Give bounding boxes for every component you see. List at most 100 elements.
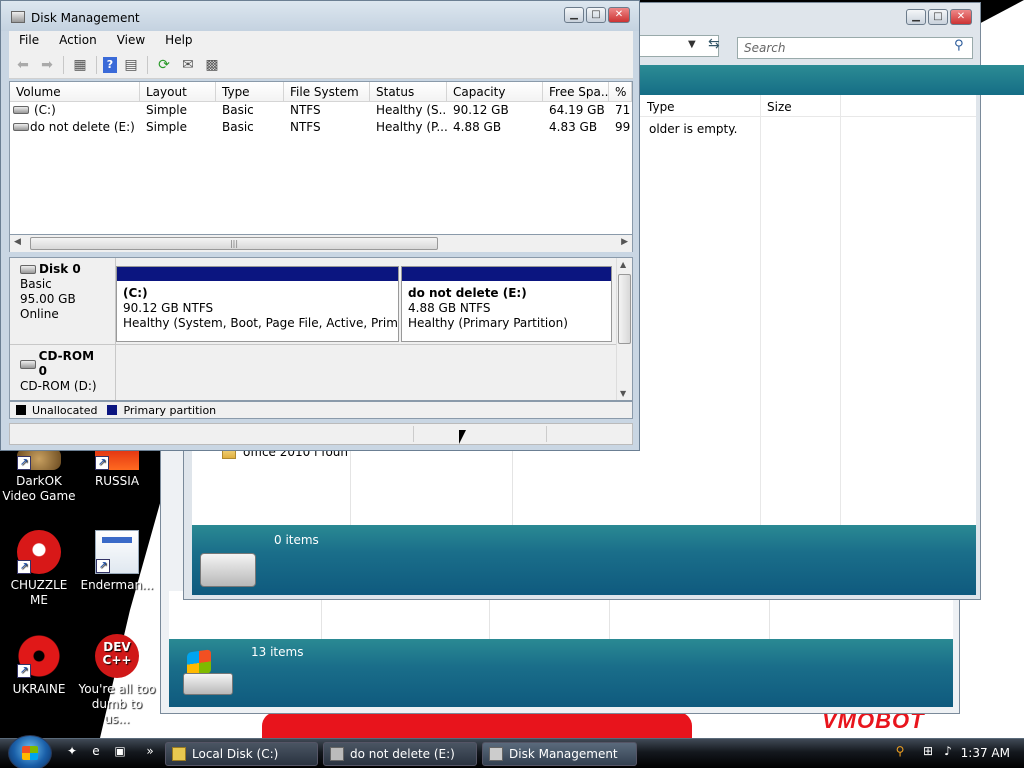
- partition-label: (C:): [123, 286, 148, 300]
- back-arrow-icon[interactable]: ⬅: [13, 55, 33, 75]
- vertical-scrollbar[interactable]: ▲ ▼: [616, 258, 632, 400]
- disk-0-info[interactable]: Disk 0 Basic 95.00 GB Online: [10, 258, 116, 344]
- desktop-icon-label: RUSSIA: [94, 474, 140, 488]
- volume-file-system: NTFS: [290, 120, 321, 134]
- show-desktop-icon[interactable]: ▣: [112, 744, 128, 760]
- scroll-down-icon[interactable]: ▼: [620, 389, 626, 398]
- scroll-up-icon[interactable]: ▲: [620, 260, 626, 269]
- desktop-icon-label: You're all too dumb to us...: [78, 682, 156, 726]
- wallpaper-red-shape: [262, 712, 692, 738]
- menu-action[interactable]: Action: [49, 31, 107, 51]
- desktop-icon-label: Enderman...: [80, 578, 154, 592]
- console-tree-icon[interactable]: ▦: [70, 55, 90, 75]
- column-header-type[interactable]: Type: [647, 100, 675, 114]
- legend: Unallocated Primary partition: [9, 401, 633, 419]
- column-header-size[interactable]: Size: [767, 100, 792, 114]
- cdrom-0-info[interactable]: CD-ROM 0 CD-ROM (D:): [10, 345, 116, 400]
- desktop-icon-chuzzle[interactable]: ↗ CHUZZLE ME: [0, 530, 78, 608]
- disk-management-window[interactable]: Disk Management ▁ □ ✕ File Action View H…: [0, 0, 640, 451]
- forward-arrow-icon[interactable]: ➡: [37, 55, 57, 75]
- maximize-button[interactable]: □: [928, 9, 948, 25]
- chuzzle-icon: ↗: [17, 530, 61, 574]
- toolbar-separator: [96, 55, 97, 74]
- refresh-icon[interactable]: ⇆: [708, 36, 720, 52]
- window-controls: ▁ □ ✕: [906, 9, 972, 25]
- volume-layout: Simple: [146, 120, 187, 134]
- shortcut-arrow-icon: ↗: [17, 456, 31, 470]
- refresh-icon[interactable]: ⟳: [154, 55, 174, 75]
- ie-icon[interactable]: e: [88, 744, 104, 760]
- desktop: VMOBOT ↗ DarkOK Video Game ↗ RUSSIA ↗ CH…: [0, 0, 1024, 738]
- disk-management-icon: [489, 747, 503, 761]
- menu-help[interactable]: Help: [155, 31, 202, 51]
- minimize-button[interactable]: ▁: [906, 9, 926, 25]
- horizontal-scrollbar[interactable]: ◀ ||| ▶: [9, 235, 633, 252]
- start-button[interactable]: [8, 735, 52, 768]
- shortcut-arrow-icon: ↗: [17, 560, 31, 574]
- menu-view[interactable]: View: [107, 31, 155, 51]
- column-header-percent-free[interactable]: % F: [609, 82, 632, 102]
- scroll-right-icon[interactable]: ▶: [621, 237, 628, 247]
- column-header-volume[interactable]: Volume: [10, 82, 140, 102]
- column-header-free-space[interactable]: Free Spa...: [543, 82, 609, 102]
- volume-status: Healthy (S...: [376, 103, 447, 117]
- partition-e[interactable]: do not delete (E:) 4.88 GB NTFS Healthy …: [401, 266, 612, 342]
- game-icon: ↗: [17, 448, 61, 470]
- cdrom-detail: CD-ROM (D:): [20, 379, 97, 393]
- desktop-icon-label: DarkOK Video Game: [2, 474, 76, 503]
- task-label: do not delete (E:): [350, 747, 455, 761]
- task-disk-management[interactable]: Disk Management: [482, 742, 637, 766]
- help-icon[interactable]: ?: [103, 56, 117, 73]
- task-do-not-delete[interactable]: do not delete (E:): [323, 742, 477, 766]
- scrollbar-thumb[interactable]: [618, 274, 631, 344]
- quicklaunch-more-icon[interactable]: »: [142, 744, 158, 760]
- network-icon[interactable]: ⊞: [920, 744, 936, 760]
- volume-percent-free: 99: [615, 120, 631, 134]
- partition-c[interactable]: (C:) 90.12 GB NTFS Healthy (System, Boot…: [116, 266, 399, 342]
- search-icon[interactable]: ⚲: [954, 38, 964, 53]
- disk-state: Online: [20, 307, 59, 321]
- properties-icon[interactable]: ▤: [121, 55, 141, 75]
- volume-list[interactable]: Volume Layout Type File System Status Ca…: [9, 81, 633, 235]
- desktop-icon-darkok[interactable]: ↗ DarkOK Video Game: [0, 448, 78, 504]
- column-header-type[interactable]: Type: [216, 82, 284, 102]
- flag-icon: ↗: [95, 448, 139, 470]
- title-bar[interactable]: Disk Management ▁ □ ✕: [1, 1, 639, 31]
- desktop-icon-devcpp[interactable]: DEV C++ You're all too dumb to us...: [78, 634, 156, 727]
- search-input[interactable]: Search: [737, 37, 973, 59]
- scroll-left-icon[interactable]: ◀: [14, 237, 21, 247]
- close-button[interactable]: ✕: [608, 7, 630, 23]
- menu-bar: File Action View Help: [9, 31, 633, 51]
- menu-file[interactable]: File: [9, 31, 49, 51]
- volume-icon[interactable]: ♪: [940, 744, 956, 760]
- item-count: 13 items: [251, 645, 304, 659]
- scrollbar-thumb[interactable]: |||: [30, 237, 438, 250]
- quicklaunch-icon[interactable]: ✦: [64, 744, 80, 760]
- column-header-status[interactable]: Status: [370, 82, 447, 102]
- disk-name: Disk 0: [39, 262, 81, 276]
- item-count: 0 items: [274, 533, 319, 547]
- column-header-layout[interactable]: Layout: [140, 82, 216, 102]
- column-header-file-system[interactable]: File System: [284, 82, 370, 102]
- desktop-icon-ukraine[interactable]: ↗ UKRAINE: [0, 634, 78, 697]
- maximize-button[interactable]: □: [586, 7, 606, 23]
- disk-graphical-view[interactable]: Disk 0 Basic 95.00 GB Online (C:) 90.12 …: [9, 257, 633, 401]
- address-bar[interactable]: [639, 35, 719, 57]
- volume-type: Basic: [222, 103, 254, 117]
- dropdown-chevron-icon[interactable]: ▼: [688, 39, 696, 50]
- minimize-button[interactable]: ▁: [564, 7, 584, 23]
- windows-logo-icon: [22, 746, 38, 760]
- close-button[interactable]: ✕: [950, 9, 972, 25]
- volume-percent-free: 71: [615, 103, 631, 117]
- task-local-disk[interactable]: Local Disk (C:): [165, 742, 318, 766]
- cdrom-icon: [20, 359, 36, 369]
- rescan-disks-icon[interactable]: ✉: [178, 55, 198, 75]
- properties-grid-icon[interactable]: ▩: [202, 55, 222, 75]
- desktop-icon-enderman[interactable]: ↗ Enderman...: [78, 530, 156, 593]
- search-icon[interactable]: ⚲: [892, 744, 908, 760]
- desktop-icon-russia[interactable]: ↗ RUSSIA: [78, 448, 156, 489]
- column-header-capacity[interactable]: Capacity: [447, 82, 543, 102]
- clock[interactable]: 1:37 AM: [961, 746, 1010, 760]
- partition-label: do not delete (E:): [408, 286, 527, 300]
- primary-partition-bar: [117, 267, 398, 281]
